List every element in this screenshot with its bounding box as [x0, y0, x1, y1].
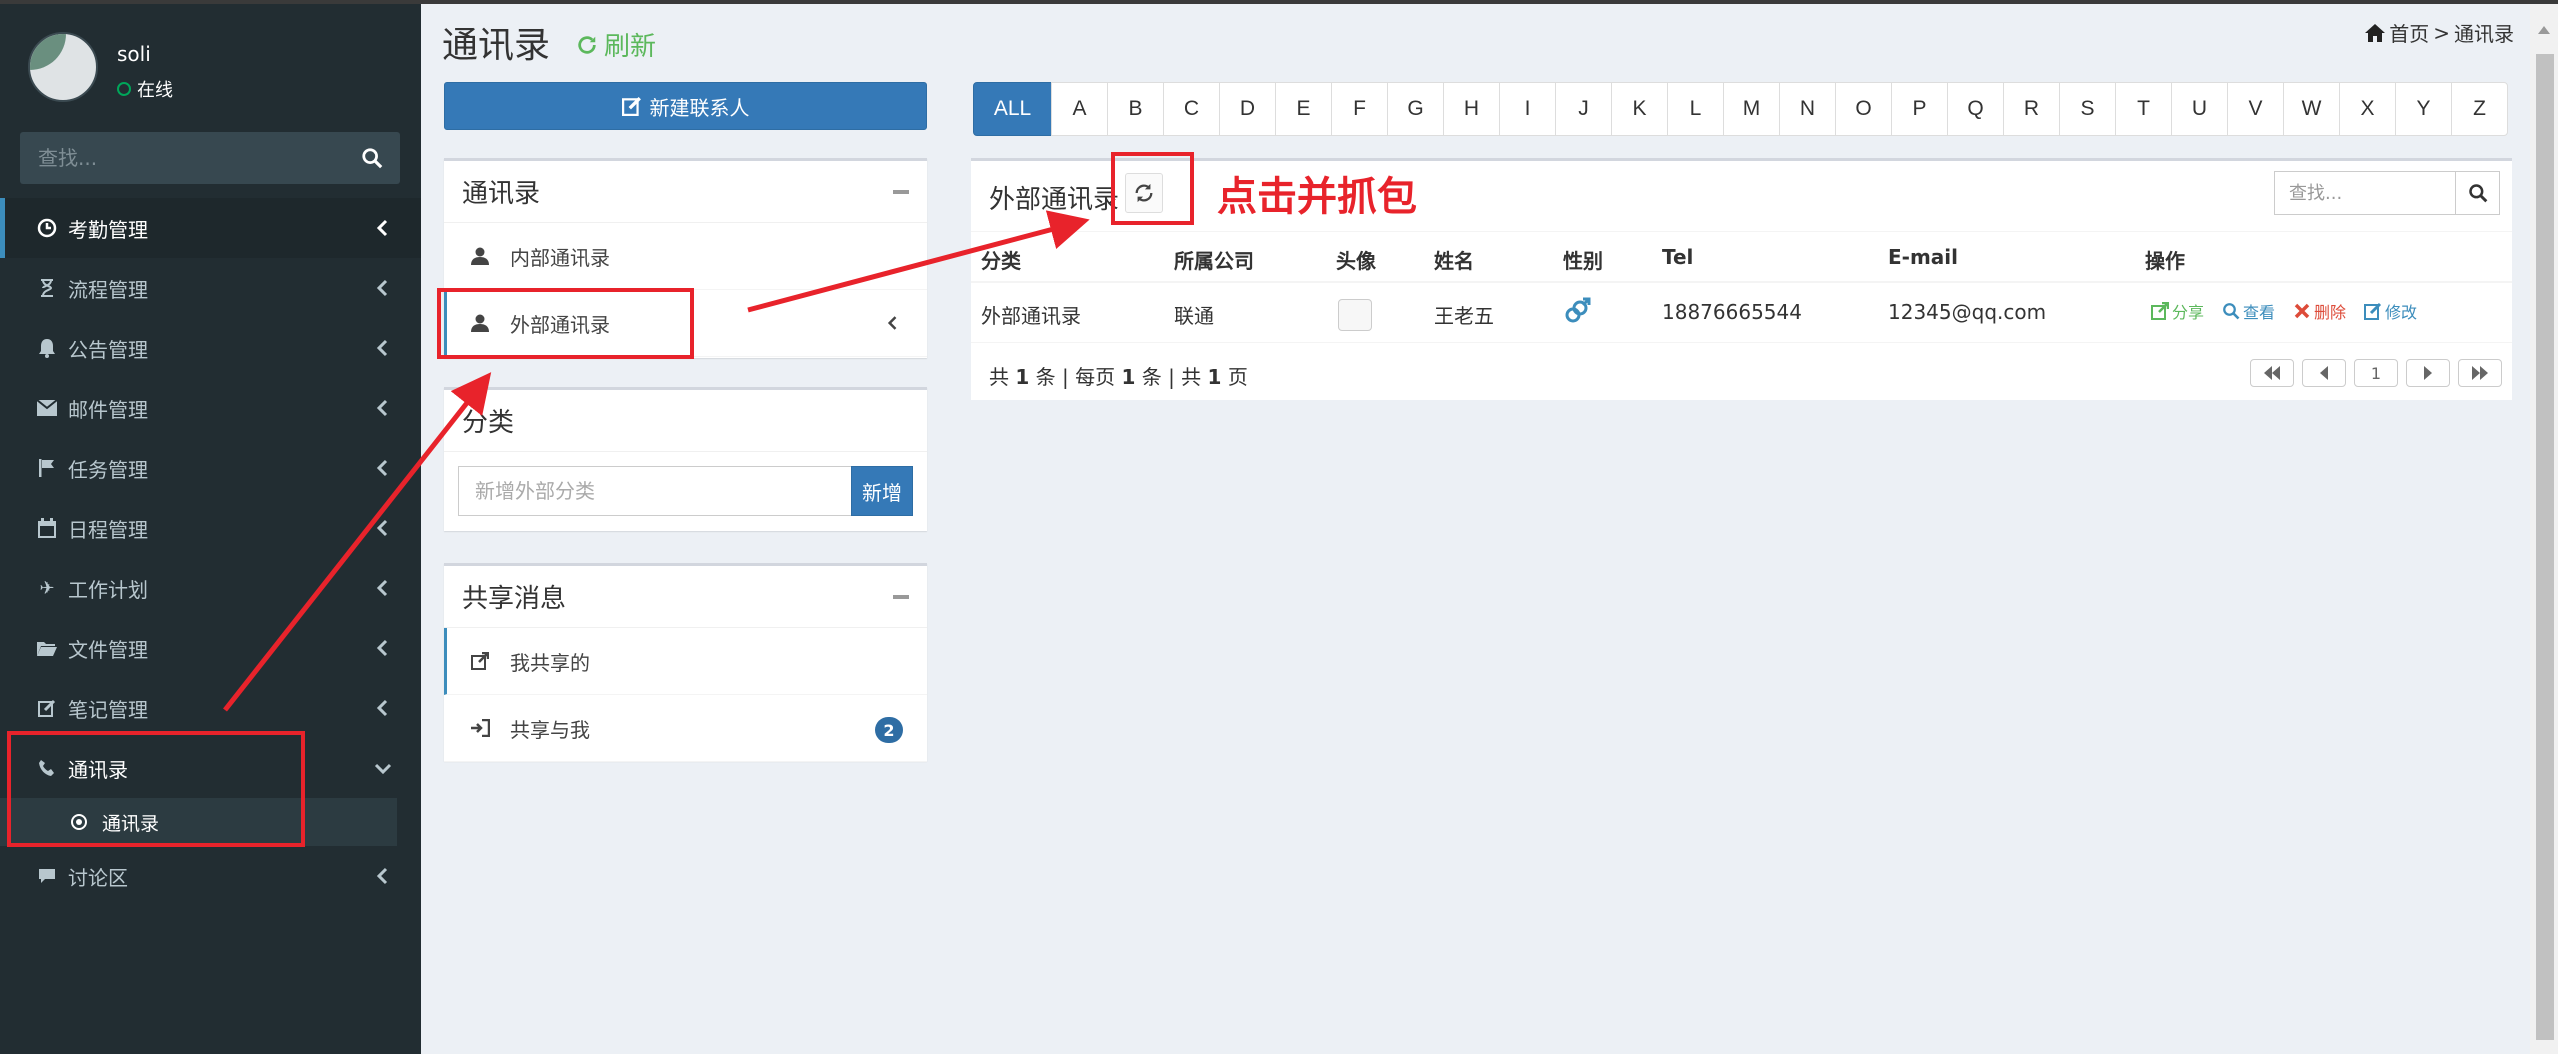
page-scrollbar[interactable] — [2530, 4, 2558, 1054]
annotation-arrows — [223, 210, 1090, 712]
scroll-up-icon[interactable] — [2530, 18, 2558, 42]
scrollbar-thumb[interactable] — [2536, 54, 2554, 1040]
annotation-arrow-up — [223, 372, 492, 712]
annotation-arrow-right — [747, 210, 1090, 313]
